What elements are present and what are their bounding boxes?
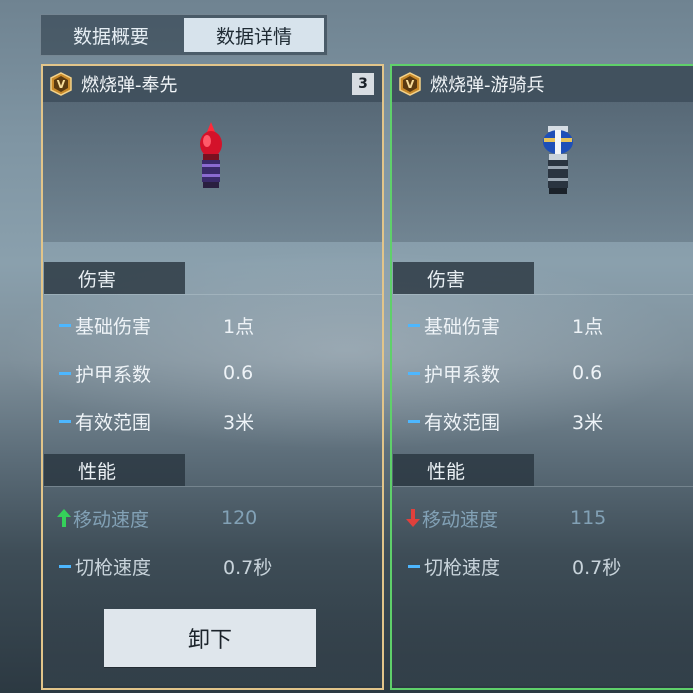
stat-name: 基础伤害 — [424, 315, 501, 338]
stat-value: 120 — [221, 507, 258, 529]
grade-v-icon: V — [50, 72, 72, 96]
dash-icon — [408, 323, 420, 327]
blue-incendiary-grenade-image — [543, 126, 573, 194]
stat-name: 护甲系数 — [424, 363, 501, 386]
stat-value: 0.7秒 — [572, 556, 622, 579]
stat-row-move-speed: 移动速度 115 — [392, 503, 693, 533]
dash-icon — [59, 419, 71, 423]
item-preview-area — [43, 102, 382, 242]
down-arrow-icon — [406, 509, 420, 527]
dash-icon — [59, 323, 71, 327]
stat-value: 1点 — [223, 315, 255, 338]
dash-icon — [408, 419, 420, 423]
stat-name: 有效范围 — [75, 411, 152, 434]
stat-name: 移动速度 — [422, 508, 499, 531]
scroll-fade — [392, 586, 693, 686]
unequip-button[interactable]: 卸下 — [104, 609, 316, 667]
card-header: V 燃烧弹-游骑兵 — [392, 66, 693, 102]
dash-icon — [59, 371, 71, 375]
item-title: 燃烧弹-游骑兵 — [430, 75, 545, 96]
stat-value: 115 — [570, 507, 607, 529]
stat-name: 切枪速度 — [75, 556, 152, 579]
divider — [393, 294, 693, 295]
stat-name: 有效范围 — [424, 411, 501, 434]
tab-data-details[interactable]: 数据详情 — [184, 18, 324, 52]
section-header-performance: 性能 — [393, 454, 534, 486]
red-incendiary-grenade-image — [200, 122, 222, 188]
section-header-damage: 伤害 — [44, 262, 185, 294]
card-header: V 燃烧弹-奉先 3 — [43, 66, 382, 102]
dash-icon — [408, 371, 420, 375]
section-header-performance: 性能 — [44, 454, 185, 486]
tab-bar: 数据概要 数据详情 — [40, 14, 328, 56]
svg-text:V: V — [406, 78, 415, 91]
section-header-damage: 伤害 — [393, 262, 534, 294]
stat-row-effective-range: 有效范围 3米 — [392, 406, 693, 436]
item-title: 燃烧弹-奉先 — [81, 75, 178, 96]
stat-value: 3米 — [572, 411, 604, 434]
stat-value: 0.6 — [223, 362, 254, 384]
stat-name: 基础伤害 — [75, 315, 152, 338]
stat-row-armor-coefficient: 护甲系数 0.6 — [43, 358, 382, 388]
stat-row-base-damage: 基础伤害 1点 — [43, 310, 382, 340]
dash-icon — [408, 564, 420, 568]
tab-data-overview[interactable]: 数据概要 — [41, 15, 181, 55]
dash-icon — [59, 564, 71, 568]
compare-item-card[interactable]: V 燃烧弹-游骑兵 伤害 基础伤害 1点 护甲系数 0.6 有效范围 3米 性能 — [390, 64, 693, 690]
equipped-item-card: V 燃烧弹-奉先 3 伤害 基础伤害 1点 护甲系数 0.6 有效范围 3米 性… — [41, 64, 384, 690]
stat-row-switch-speed: 切枪速度 0.7秒 — [392, 551, 693, 581]
stat-row-armor-coefficient: 护甲系数 0.6 — [392, 358, 693, 388]
stat-name: 切枪速度 — [424, 556, 501, 579]
svg-text:V: V — [57, 78, 66, 91]
stat-value: 0.7秒 — [223, 556, 273, 579]
divider — [393, 486, 693, 487]
count-badge: 3 — [352, 73, 374, 95]
stat-value: 3米 — [223, 411, 255, 434]
divider — [44, 486, 382, 487]
divider — [44, 294, 382, 295]
stat-row-effective-range: 有效范围 3米 — [43, 406, 382, 436]
stat-row-switch-speed: 切枪速度 0.7秒 — [43, 551, 382, 581]
stat-name: 移动速度 — [73, 508, 150, 531]
stat-row-base-damage: 基础伤害 1点 — [392, 310, 693, 340]
stat-value: 0.6 — [572, 362, 603, 384]
stat-row-move-speed: 移动速度 120 — [43, 503, 382, 533]
stat-value: 1点 — [572, 315, 604, 338]
item-preview-area — [392, 102, 693, 242]
stat-name: 护甲系数 — [75, 363, 152, 386]
grade-v-icon: V — [399, 72, 421, 96]
up-arrow-icon — [57, 509, 71, 527]
